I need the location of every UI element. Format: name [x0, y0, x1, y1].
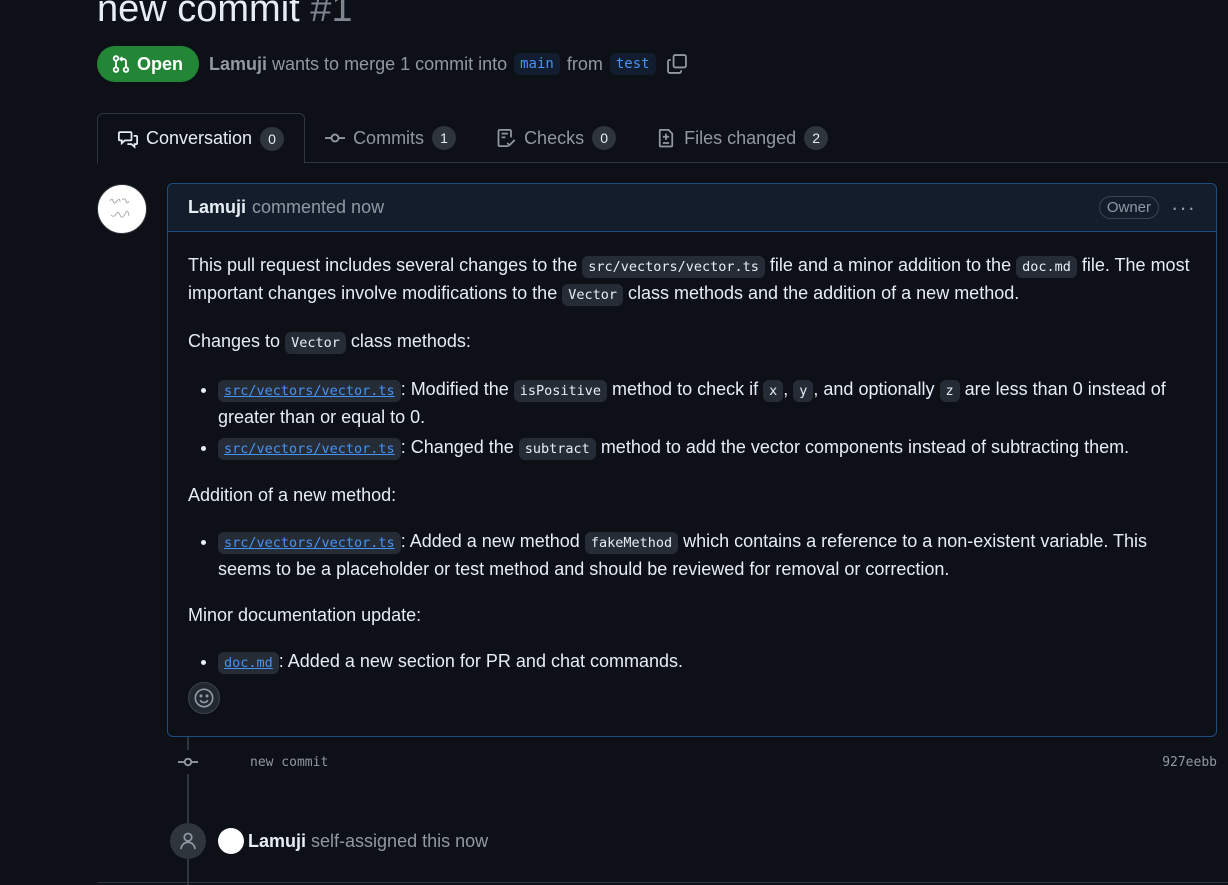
state-badge: Open — [97, 46, 200, 82]
head-branch[interactable]: test — [609, 53, 656, 75]
commit-message[interactable]: new commit — [250, 755, 328, 770]
tab-checks[interactable]: Checks 0 — [476, 113, 636, 163]
changes-list: src/vectors/vector.ts: Modified the isPo… — [218, 376, 1196, 462]
section-heading: Addition of a new method: — [188, 485, 397, 505]
text: Changes to — [188, 331, 286, 351]
comment-author[interactable]: Lamuji — [188, 197, 246, 218]
mini-avatar[interactable] — [218, 828, 244, 854]
inline-code: Vector — [285, 332, 346, 354]
comment-header: Lamuji commented now Owner ··· — [168, 184, 1216, 232]
file-link[interactable]: src/vectors/vector.ts — [218, 379, 401, 402]
inline-code: subtract — [518, 438, 596, 460]
text: , — [783, 379, 794, 399]
comment-box: Lamuji commented now Owner ··· This pull… — [167, 183, 1217, 737]
file-link-code[interactable]: src/vectors/vector.ts — [218, 438, 401, 460]
file-link[interactable]: src/vectors/vector.ts — [218, 531, 401, 554]
merge-description: Lamuji wants to merge 1 commit into main… — [209, 53, 658, 75]
list-item: src/vectors/vector.ts: Modified the isPo… — [218, 376, 1196, 430]
text: This pull request includes several chang… — [188, 255, 583, 275]
list-item: src/vectors/vector.ts: Added a new metho… — [218, 528, 1196, 582]
file-link-code[interactable]: doc.md — [218, 652, 279, 674]
git-pull-request-icon — [112, 55, 130, 73]
new-method-list: src/vectors/vector.ts: Added a new metho… — [218, 528, 1196, 582]
merge-text: wants to merge 1 commit into — [272, 53, 508, 74]
kebab-menu-icon[interactable]: ··· — [1171, 196, 1196, 219]
section-heading: Minor documentation update: — [188, 605, 422, 625]
pr-number: #1 — [310, 0, 353, 30]
list-item: doc.md: Added a new section for PR and c… — [218, 648, 1196, 676]
comment-timestamp[interactable]: commented now — [252, 197, 384, 218]
pr-status-row: Open Lamuji wants to merge 1 commit into… — [97, 46, 688, 82]
file-link-code[interactable]: src/vectors/vector.ts — [218, 532, 401, 554]
inline-code: src/vectors/vector.ts — [582, 256, 765, 278]
tab-label: Commits — [353, 127, 425, 148]
docs-list: doc.md: Added a new section for PR and c… — [218, 648, 1196, 676]
tab-counter: 1 — [432, 126, 457, 150]
person-icon — [170, 823, 206, 859]
comment-body: This pull request includes several chang… — [168, 232, 1216, 716]
text: : Modified the — [400, 379, 514, 399]
file-link[interactable]: src/vectors/vector.ts — [218, 437, 401, 460]
inline-code: y — [793, 380, 814, 402]
comment-discussion-icon — [118, 130, 138, 149]
assign-text: Lamuji self-assigned this now — [248, 831, 488, 852]
copy-icon[interactable] — [666, 53, 688, 75]
text: : Changed the — [400, 437, 519, 457]
file-link[interactable]: doc.md — [218, 651, 279, 674]
tab-conversation[interactable]: Conversation 0 — [97, 113, 306, 164]
assign-description: self-assigned this now — [311, 830, 489, 851]
file-diff-icon — [658, 129, 674, 148]
divider — [97, 882, 1228, 883]
comment-intro: This pull request includes several chang… — [188, 252, 1196, 308]
checklist-icon — [497, 129, 516, 147]
list-item: src/vectors/vector.ts: Changed the subtr… — [218, 434, 1196, 462]
timeline-commit: new commit 927eebb — [176, 750, 1217, 774]
text: method to add the vector components inst… — [595, 437, 1130, 457]
tab-label: Conversation — [146, 128, 253, 148]
assign-author[interactable]: Lamuji — [248, 831, 306, 851]
text: class methods and the addition of a new … — [622, 283, 1020, 303]
pr-title: new commit #1 — [97, 0, 353, 31]
git-commit-icon — [325, 133, 346, 143]
inline-code: z — [939, 380, 960, 402]
owner-badge: Owner — [1098, 196, 1160, 219]
add-reaction-button[interactable] — [188, 682, 220, 714]
text: , and optionally — [813, 379, 940, 399]
tab-files-changed[interactable]: Files changed 2 — [636, 113, 848, 163]
text: method to check if — [607, 379, 764, 399]
base-branch[interactable]: main — [514, 53, 560, 75]
avatar-handwriting-image — [109, 198, 130, 218]
inline-code: doc.md — [1016, 256, 1077, 278]
text: : Added a new section for PR and chat co… — [278, 651, 684, 671]
tab-commits[interactable]: Commits 1 — [305, 113, 476, 163]
git-commit-icon — [176, 750, 200, 774]
inline-code: isPositive — [513, 380, 608, 402]
tab-label: Files changed — [684, 127, 797, 148]
file-link-code[interactable]: src/vectors/vector.ts — [218, 380, 401, 402]
avatar[interactable] — [97, 184, 147, 234]
section-heading: Changes to Vector class methods: — [188, 328, 1196, 356]
tab-counter: 2 — [804, 126, 829, 150]
inline-code: fakeMethod — [584, 532, 679, 554]
state-label: Open — [137, 53, 184, 74]
pr-title-text: new commit — [97, 0, 300, 30]
tab-label: Checks — [524, 127, 585, 148]
text: : Added a new method — [400, 531, 585, 551]
inline-code: Vector — [562, 284, 623, 306]
tab-counter: 0 — [592, 126, 617, 150]
pr-author-link[interactable]: Lamuji — [209, 54, 267, 75]
pr-tabs: Conversation 0 Commits 1 Checks 0 Files … — [97, 113, 1228, 164]
inline-code: x — [763, 380, 784, 402]
from-text: from — [566, 53, 603, 74]
commit-sha[interactable]: 927eebb — [1162, 755, 1217, 770]
smiley-icon — [194, 688, 214, 708]
tab-counter: 0 — [260, 126, 285, 151]
text: class methods: — [345, 331, 471, 351]
timeline-assign-event: Lamuji self-assigned this now — [170, 823, 488, 859]
text: file and a minor addition to the — [764, 255, 1017, 275]
